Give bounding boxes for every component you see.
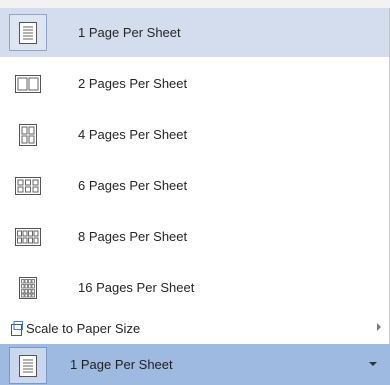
submenu-arrow-icon bbox=[377, 323, 381, 331]
pages-6-per-sheet-icon bbox=[9, 167, 47, 204]
pages-4-per-sheet-icon bbox=[9, 116, 47, 153]
menu-item-16-pages-per-sheet[interactable]: 16 Pages Per Sheet bbox=[0, 263, 389, 312]
menu-item-label: 6 Pages Per Sheet bbox=[78, 178, 188, 193]
menu-item-label: 4 Pages Per Sheet bbox=[78, 127, 188, 142]
menu-item-1-page-per-sheet[interactable]: 1 Page Per Sheet bbox=[0, 8, 389, 57]
menu-item-label: 16 Pages Per Sheet bbox=[78, 280, 195, 295]
pages-2-per-sheet-icon bbox=[9, 65, 47, 102]
top-strip bbox=[0, 0, 390, 8]
pages-8-per-sheet-icon bbox=[9, 218, 47, 255]
menu-item-label: 8 Pages Per Sheet bbox=[78, 229, 188, 244]
page-1-per-sheet-icon bbox=[9, 347, 47, 384]
pages-16-per-sheet-icon bbox=[9, 269, 47, 306]
pages-per-sheet-menu: 1 Page Per Sheet 2 Pages Per Sheet 4 Pag… bbox=[0, 8, 390, 315]
menu-item-label: 2 Pages Per Sheet bbox=[78, 76, 188, 91]
scale-to-paper-icon bbox=[11, 321, 23, 336]
chevron-down-icon[interactable] bbox=[369, 362, 377, 366]
scale-to-paper-label: Scale to Paper Size bbox=[26, 321, 141, 336]
menu-item-6-pages-per-sheet[interactable]: 6 Pages Per Sheet bbox=[0, 161, 389, 210]
dropdown-selected-label: 1 Page Per Sheet bbox=[70, 357, 173, 372]
pages-per-sheet-dropdown[interactable]: 1 Page Per Sheet bbox=[0, 344, 390, 385]
menu-item-4-pages-per-sheet[interactable]: 4 Pages Per Sheet bbox=[0, 110, 389, 159]
menu-item-label: 1 Page Per Sheet bbox=[78, 25, 181, 40]
scale-to-paper-size-item[interactable]: Scale to Paper Size bbox=[0, 314, 390, 344]
page-1-per-sheet-icon bbox=[9, 14, 47, 51]
menu-item-8-pages-per-sheet[interactable]: 8 Pages Per Sheet bbox=[0, 212, 389, 261]
menu-item-2-pages-per-sheet[interactable]: 2 Pages Per Sheet bbox=[0, 59, 389, 108]
